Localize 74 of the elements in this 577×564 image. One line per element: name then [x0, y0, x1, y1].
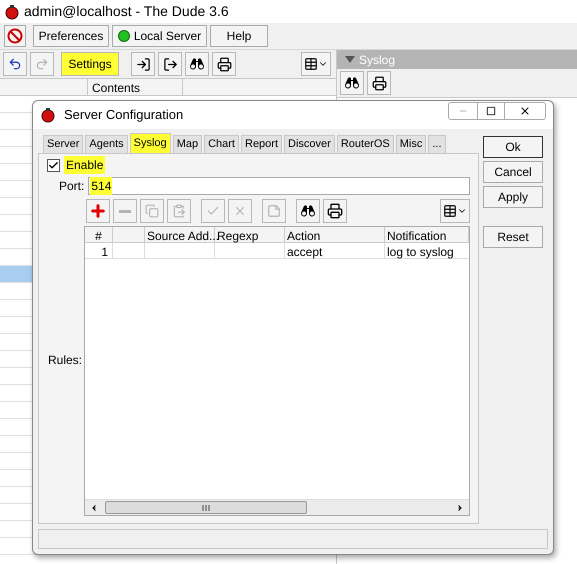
columns-button[interactable] — [440, 199, 470, 223]
field-label: Port: — [59, 178, 84, 195]
tab[interactable]: ... — [428, 135, 446, 153]
menu-button[interactable]: Help — [210, 25, 268, 47]
maximize-button[interactable] — [477, 103, 505, 119]
redo-icon — [35, 57, 49, 71]
table-cell-text: log to syslog — [386, 244, 455, 258]
dialog-button[interactable]: Cancel — [483, 161, 543, 183]
printer-icon — [372, 76, 386, 90]
column-header[interactable]: Action — [285, 227, 385, 242]
find-button[interactable] — [185, 52, 209, 76]
columns-button[interactable] — [301, 52, 331, 76]
settings-button[interactable]: Settings — [61, 52, 119, 76]
checkbox-label: Enable — [64, 156, 106, 174]
column-header[interactable]: # — [85, 227, 113, 242]
collapse-icon[interactable] — [345, 56, 355, 64]
dialog-button[interactable]: Ok — [483, 136, 543, 158]
menu-button[interactable]: Local Server — [112, 25, 207, 47]
find-button[interactable] — [296, 199, 320, 223]
horizontal-scrollbar[interactable] — [85, 499, 469, 515]
binoculars-icon — [300, 203, 316, 219]
export-button[interactable] — [158, 52, 182, 76]
tab[interactable]: Agents — [85, 135, 128, 153]
panel-title: Syslog — [359, 52, 396, 68]
tab[interactable]: Discover — [284, 135, 335, 153]
table-cell: accept — [285, 243, 385, 258]
add-button[interactable] — [86, 199, 110, 223]
undo-button[interactable] — [3, 52, 27, 76]
dialog-title: Server Configuration — [64, 106, 184, 124]
menu-button[interactable]: Preferences — [33, 25, 109, 47]
arrow-into-box-icon — [136, 56, 150, 72]
tab[interactable]: Map — [172, 135, 202, 153]
print-button[interactable] — [212, 52, 236, 76]
tab[interactable]: Report — [241, 135, 282, 153]
import-button[interactable] — [131, 52, 155, 76]
cross-icon — [233, 204, 247, 218]
scroll-thumb[interactable] — [105, 501, 307, 514]
tab[interactable]: Chart — [204, 135, 239, 153]
binoculars-icon — [189, 56, 205, 72]
printer-icon — [216, 56, 232, 72]
window-title: admin@localhost - The Dude 3.6 — [24, 2, 229, 21]
app-icon — [4, 4, 20, 20]
port-field[interactable]: 514 — [88, 177, 470, 195]
dialog-button[interactable]: Apply — [483, 186, 543, 208]
field-label: Rules: — [48, 352, 82, 368]
minus-icon — [119, 210, 131, 212]
plus-icon — [89, 202, 107, 220]
prohibited-icon — [7, 28, 23, 44]
table-cell: 1 — [85, 243, 113, 258]
tab[interactable]: RouterOS — [336, 135, 394, 153]
close-icon — [519, 105, 531, 117]
note-icon — [267, 204, 281, 218]
binoculars-icon — [344, 75, 360, 91]
print-button[interactable] — [367, 71, 391, 95]
tab[interactable]: Misc — [396, 135, 426, 153]
table-icon — [304, 57, 318, 71]
maximize-icon — [486, 106, 496, 116]
undo-icon — [8, 57, 22, 71]
copy-icon — [145, 204, 159, 218]
printer-icon — [327, 203, 343, 219]
column-header[interactable]: Notification — [385, 227, 469, 242]
column-header[interactable]: Regexp — [215, 227, 285, 242]
dialog-button[interactable]: Reset — [483, 226, 543, 248]
paste-icon — [172, 204, 186, 218]
check-icon — [48, 160, 59, 170]
tab[interactable]: Server — [43, 135, 84, 153]
table-icon — [443, 204, 457, 218]
dialog-icon — [40, 107, 56, 123]
find-button[interactable] — [340, 71, 364, 95]
tab[interactable]: Syslog — [130, 133, 171, 153]
disconnect-button[interactable] — [4, 25, 26, 47]
checkbox[interactable] — [47, 158, 60, 172]
grip-icon — [202, 504, 210, 510]
print-button[interactable] — [323, 199, 347, 223]
